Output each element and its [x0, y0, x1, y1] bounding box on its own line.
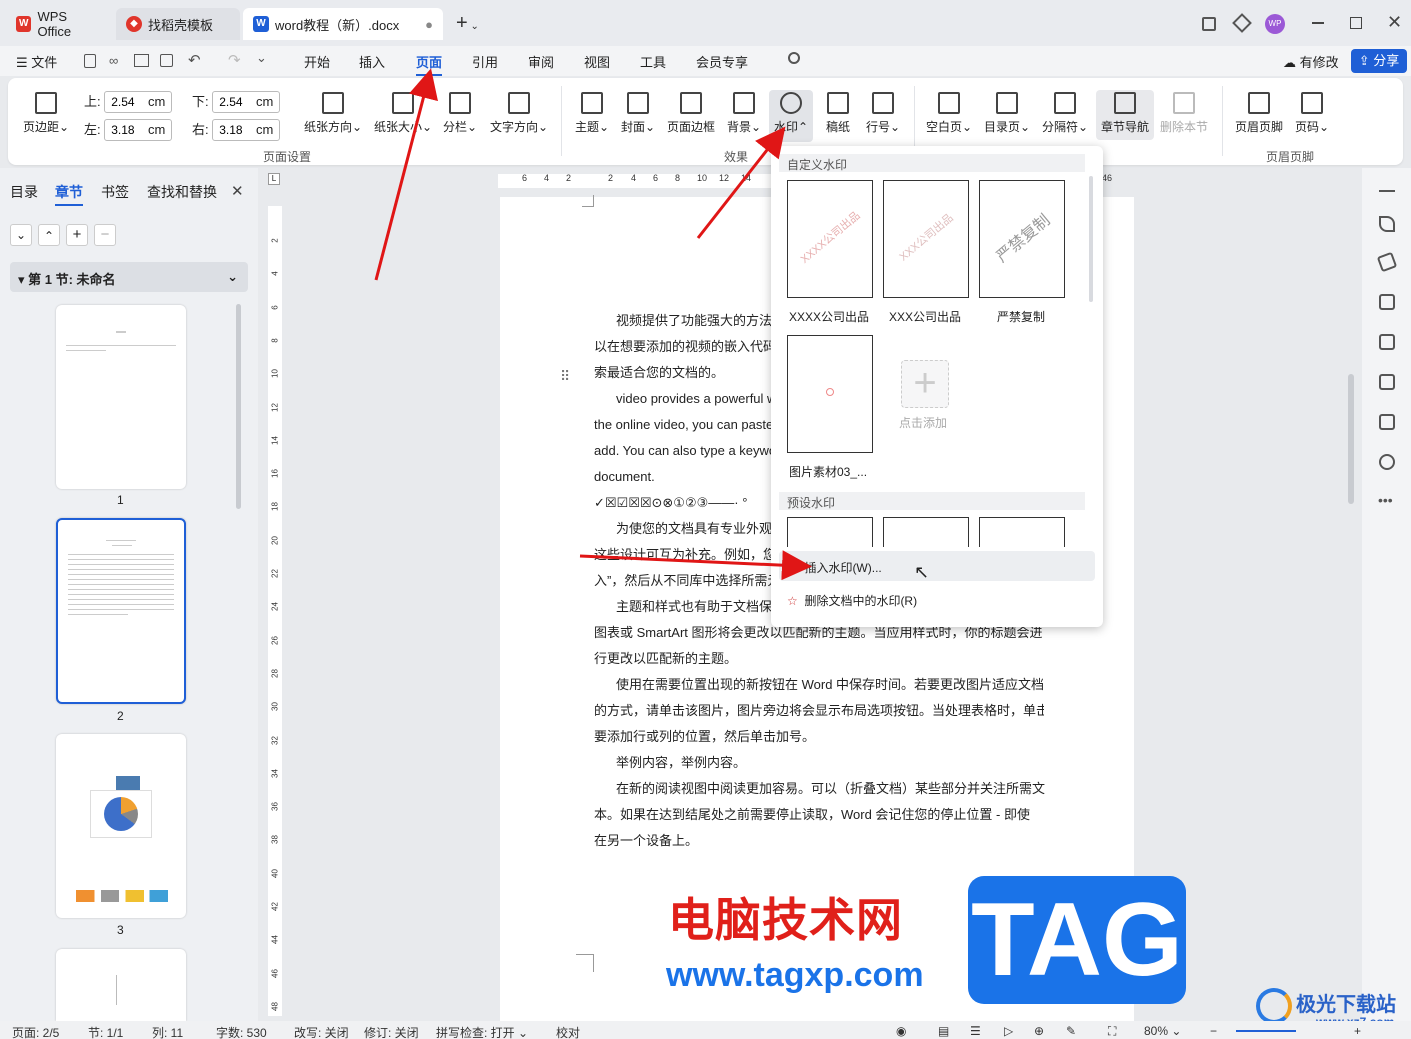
zoom-in-icon[interactable]: +: [1354, 1024, 1361, 1038]
page-view-icon[interactable]: ▤: [938, 1024, 949, 1038]
eye-icon[interactable]: ◉: [896, 1024, 906, 1038]
web-view-icon[interactable]: ⊕: [1034, 1024, 1044, 1038]
play-icon[interactable]: ▷: [1004, 1024, 1013, 1038]
arrow-to-watermark: [696, 126, 786, 239]
overwrite-status[interactable]: 改写: 关闭: [294, 1024, 349, 1039]
fit-icon[interactable]: ⛶: [1108, 1024, 1116, 1039]
proofread-button[interactable]: 校对: [556, 1024, 580, 1039]
revision-status[interactable]: 修订: 关闭: [364, 1024, 419, 1039]
zoom-out-icon[interactable]: −: [1210, 1024, 1217, 1038]
status-bar: 页面: 2/5 节: 1/1 列: 11 字数: 530 改写: 关闭 修订: …: [0, 1021, 1411, 1039]
arrow-to-insert-watermark: [579, 550, 812, 581]
zoom-level[interactable]: 80% ⌄: [1144, 1024, 1181, 1038]
zoom-slider[interactable]: [1236, 1030, 1296, 1032]
annotation-arrows: [374, 68, 812, 581]
column-status: 列: 11: [152, 1026, 184, 1039]
pen-view-icon[interactable]: ✎: [1066, 1024, 1076, 1038]
arrow-to-page-menu: [374, 68, 438, 281]
section-status[interactable]: 节: 1/1: [88, 1024, 123, 1039]
outline-view-icon[interactable]: ☰: [970, 1024, 981, 1038]
spellcheck-status[interactable]: 拼写检查: 打开 ⌄: [436, 1024, 528, 1039]
page-status[interactable]: 页面: 2/5: [12, 1024, 59, 1039]
word-count[interactable]: 字数: 530: [216, 1024, 267, 1039]
